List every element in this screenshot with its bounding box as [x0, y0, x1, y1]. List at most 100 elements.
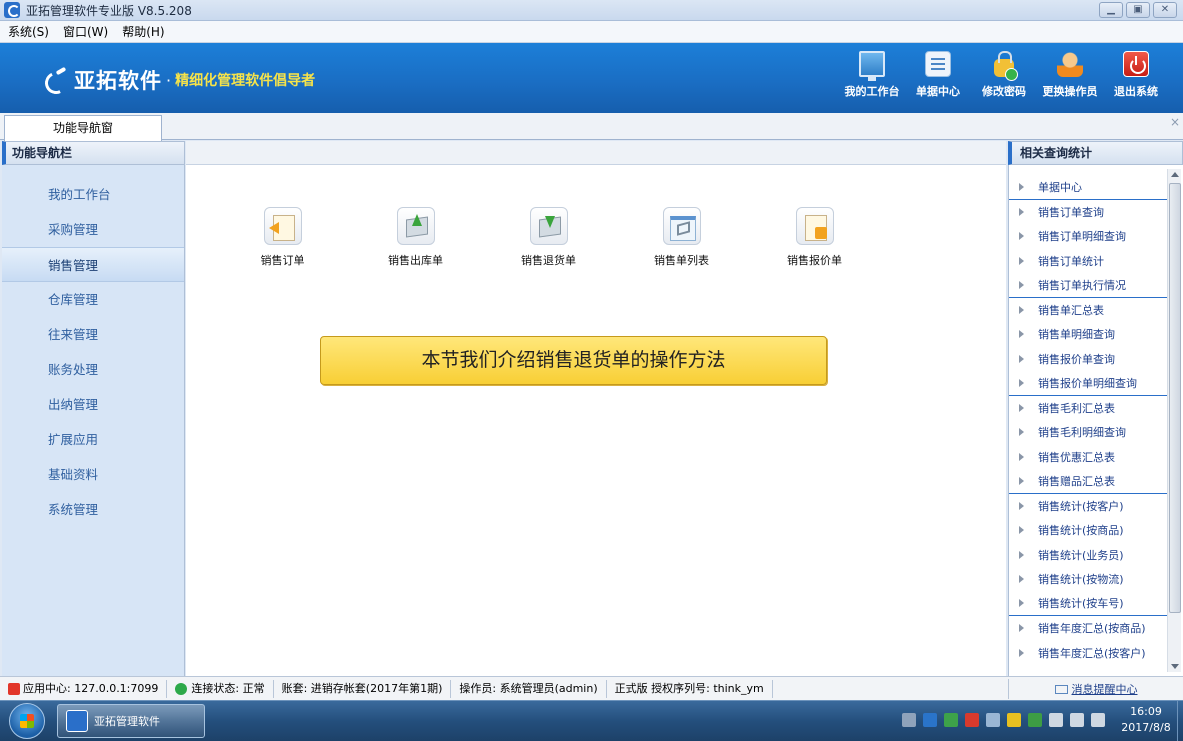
menu-help[interactable]: 帮助(H)	[122, 23, 164, 40]
taskbar-app-label: 亚拓管理软件	[94, 715, 160, 728]
message-center-text: 消息提醒中心	[1071, 683, 1138, 696]
user-icon	[1057, 51, 1083, 77]
tray-icon[interactable]	[1007, 713, 1021, 727]
triangle-right-icon	[1019, 501, 1024, 510]
windows-taskbar: 亚拓管理软件 16:09 2017/8/8	[0, 700, 1183, 741]
query-link-label: 销售统计(按物流)	[1038, 573, 1124, 587]
switch-operator-button[interactable]: 更换操作员	[1037, 51, 1103, 99]
related-queries-panel: 单据中心 销售订单查询 销售订单明细查询 销售订单统计 销售订单执行情况 销售单汇总表 销售…	[1008, 165, 1183, 676]
nav-item-accounts[interactable]: 往来管理	[2, 317, 184, 352]
tray-icon[interactable]	[1091, 713, 1105, 727]
query-link-item[interactable]: 销售统计(按物流)	[1009, 567, 1183, 592]
query-link-item[interactable]: 销售统计(业务员)	[1009, 543, 1183, 568]
tray-icon[interactable]	[1049, 713, 1063, 727]
message-center-link[interactable]: 消息提醒中心	[1008, 679, 1183, 699]
query-link-item[interactable]: 销售订单执行情况	[1009, 273, 1171, 298]
tool-label: 我的工作台	[844, 85, 900, 98]
start-button[interactable]	[9, 703, 45, 739]
query-link-item[interactable]: 销售订单明细查询	[1009, 224, 1183, 249]
monitor-icon	[859, 51, 885, 81]
related-queries-list: 单据中心 销售订单查询 销售订单明细查询 销售订单统计 销售订单执行情况 销售单汇总表 销售…	[1009, 165, 1183, 665]
minimize-button[interactable]: ▁	[1099, 2, 1123, 18]
query-link-item[interactable]: 销售订单查询	[1009, 200, 1183, 225]
query-link-item[interactable]: 销售毛利汇总表	[1009, 396, 1183, 421]
tray-clock[interactable]: 16:09 2017/8/8	[1111, 704, 1181, 736]
query-link-item[interactable]: 销售毛利明细查询	[1009, 420, 1183, 445]
triangle-right-icon	[1019, 452, 1024, 461]
scroll-down-icon[interactable]	[1171, 664, 1179, 669]
maximize-button[interactable]: ▣	[1126, 2, 1150, 18]
tray-icon[interactable]	[923, 713, 937, 727]
status-app-center-text: 应用中心: 127.0.0.1:7099	[23, 681, 159, 695]
main-content: 销售订单 销售出库单 销售退货单 销售单列表 销售报价单 本节我们介绍销售退货单…	[186, 165, 1006, 676]
nav-item-system[interactable]: 系统管理	[2, 492, 184, 527]
menu-window[interactable]: 窗口(W)	[63, 23, 108, 40]
triangle-right-icon	[1019, 207, 1024, 216]
close-tab-icon[interactable]: ×	[1170, 115, 1180, 129]
taskbar-app-button[interactable]: 亚拓管理软件	[57, 704, 205, 738]
query-link-item[interactable]: 销售统计(按客户)	[1009, 494, 1183, 519]
status-app-center: 应用中心: 127.0.0.1:7099	[0, 679, 168, 698]
triangle-right-icon	[1019, 280, 1024, 289]
query-link-label: 销售订单查询	[1038, 205, 1104, 219]
nav-item-cashier[interactable]: 出纳管理	[2, 387, 184, 422]
sales-outbound-button[interactable]: 销售出库单	[349, 207, 482, 268]
scroll-thumb[interactable]	[1169, 183, 1181, 613]
change-password-button[interactable]: 修改密码	[971, 51, 1037, 99]
triangle-right-icon	[1019, 575, 1024, 584]
query-link-item[interactable]: 销售统计(按商品)	[1009, 518, 1183, 543]
my-workbench-button[interactable]: 我的工作台	[839, 51, 905, 99]
show-desktop-button[interactable]	[1177, 701, 1183, 741]
query-link-label: 销售统计(业务员)	[1038, 548, 1124, 562]
scroll-up-icon[interactable]	[1171, 172, 1179, 177]
menu-system[interactable]: 系统(S)	[8, 23, 49, 40]
tutorial-callout: 本节我们介绍销售退货单的操作方法	[320, 336, 827, 385]
triangle-right-icon	[1019, 476, 1024, 485]
tray-icon[interactable]	[944, 713, 958, 727]
sales-order-button[interactable]: 销售订单	[216, 207, 349, 268]
brand-logo-icon	[44, 69, 66, 91]
query-link-item[interactable]: 销售报价单明细查询	[1009, 371, 1171, 396]
sales-return-button[interactable]: 销售退货单	[482, 207, 615, 268]
query-link-item[interactable]: 销售报价单查询	[1009, 347, 1183, 372]
triangle-right-icon	[1019, 354, 1024, 363]
query-link-item[interactable]: 销售优惠汇总表	[1009, 445, 1183, 470]
query-link-item[interactable]: 销售年度汇总(按客户)	[1009, 641, 1183, 666]
query-link-item[interactable]: 销售订单统计	[1009, 249, 1183, 274]
tray-icon[interactable]	[965, 713, 979, 727]
nav-item-sales[interactable]: 销售管理	[2, 247, 184, 282]
query-link-label: 销售订单统计	[1038, 254, 1104, 268]
nav-item-extensions[interactable]: 扩展应用	[2, 422, 184, 457]
right-scrollbar[interactable]	[1167, 169, 1181, 672]
sales-order-icon	[263, 207, 302, 245]
nav-item-finance[interactable]: 账务处理	[2, 352, 184, 387]
sales-quotation-button[interactable]: 销售报价单	[748, 207, 881, 268]
triangle-right-icon	[1019, 526, 1024, 535]
nav-item-workbench[interactable]: 我的工作台	[2, 177, 184, 212]
document-list-icon	[925, 51, 951, 77]
query-link-item[interactable]: 销售赠品汇总表	[1009, 469, 1171, 494]
function-navigation: 我的工作台 采购管理 销售管理 仓库管理 往来管理 账务处理 出纳管理 扩展应用…	[2, 165, 185, 676]
tray-icon[interactable]	[902, 713, 916, 727]
query-link-item[interactable]: 销售单明细查询	[1009, 322, 1183, 347]
query-link-label: 销售毛利明细查询	[1038, 426, 1126, 440]
tray-icon[interactable]	[1070, 713, 1084, 727]
triangle-right-icon	[1019, 550, 1024, 559]
query-link-item[interactable]: 单据中心	[1009, 175, 1171, 200]
tool-label: 单据中心	[916, 85, 960, 98]
nav-item-purchase[interactable]: 采购管理	[2, 212, 184, 247]
exit-system-button[interactable]: 退出系统	[1103, 51, 1169, 99]
tray-icon[interactable]	[986, 713, 1000, 727]
sales-list-button[interactable]: 销售单列表	[615, 207, 748, 268]
query-link-item[interactable]: 销售单汇总表	[1009, 298, 1183, 323]
nav-item-warehouse[interactable]: 仓库管理	[2, 282, 184, 317]
tab-function-navigation[interactable]: 功能导航窗	[4, 115, 162, 141]
tray-icon[interactable]	[1028, 713, 1042, 727]
query-link-item[interactable]: 销售统计(按车号)	[1009, 592, 1171, 616]
close-button[interactable]: ✕	[1153, 2, 1177, 18]
triangle-right-icon	[1019, 428, 1024, 437]
query-link-label: 销售订单执行情况	[1038, 278, 1126, 292]
query-link-item[interactable]: 销售年度汇总(按商品)	[1009, 616, 1183, 641]
nav-item-basic-data[interactable]: 基础资料	[2, 457, 184, 492]
document-center-button[interactable]: 单据中心	[905, 51, 971, 99]
